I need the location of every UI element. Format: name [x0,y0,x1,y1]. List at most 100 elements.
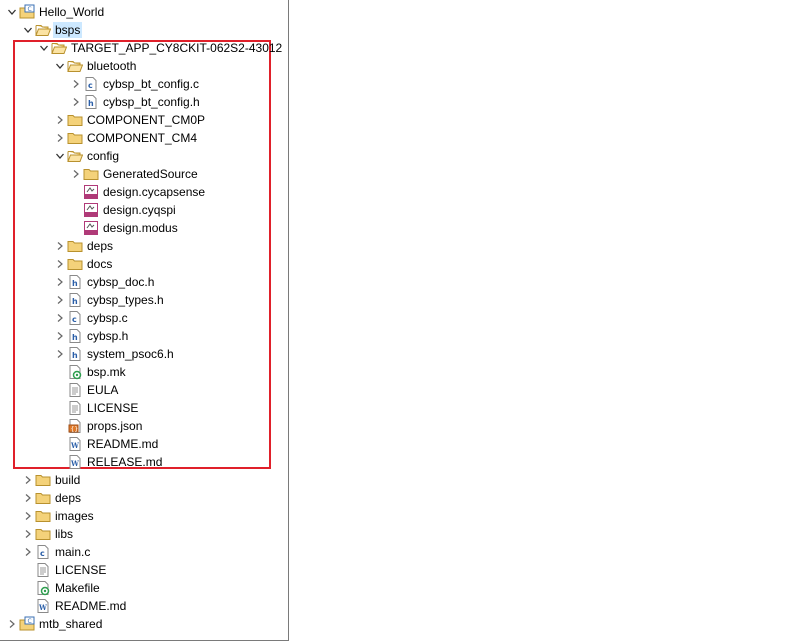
tree-item[interactable]: COMPONENT_CM4 [0,129,288,147]
tree-item[interactable]: c cybsp_bt_config.c [0,75,288,93]
tree-item[interactable]: deps [0,489,288,507]
tree-item-label: cybsp_doc.h [87,275,155,289]
tree-item[interactable]: h cybsp_types.h [0,291,288,309]
make-file-icon [67,364,83,380]
h-file-icon: h [67,346,83,362]
chevron-right-icon[interactable] [70,168,82,180]
h-file-icon: h [67,274,83,290]
chevron-right-icon[interactable] [54,312,66,324]
chevron-right-icon[interactable] [22,474,34,486]
chevron-down-icon[interactable] [38,42,50,54]
tree-item[interactable]: design.modus [0,219,288,237]
tree-item[interactable]: design.cycapsense [0,183,288,201]
tree-item-label: bluetooth [87,59,137,73]
tree-item[interactable]: {} props.json [0,417,288,435]
tree-item[interactable]: c cybsp.c [0,309,288,327]
tree-item[interactable]: h cybsp.h [0,327,288,345]
tree-item-label: design.cyqspi [103,203,176,217]
tree-item[interactable]: GeneratedSource [0,165,288,183]
chevron-right-icon[interactable] [22,546,34,558]
word-file-icon: W [35,598,51,614]
chevron-right-icon[interactable] [54,132,66,144]
svg-text:c: c [40,549,45,558]
text-file-icon [67,382,83,398]
chevron-down-icon[interactable] [54,60,66,72]
chevron-right-icon[interactable] [70,78,82,90]
tree-item-label: cybsp_bt_config.h [103,95,200,109]
folder-icon [35,490,51,506]
chevron-right-icon[interactable] [70,96,82,108]
chevron-right-icon[interactable] [54,348,66,360]
h-file-icon: h [83,94,99,110]
tree-item[interactable]: h cybsp_doc.h [0,273,288,291]
tree-item-label: README.md [55,599,127,613]
folder-icon [83,166,99,182]
folder-open-icon [51,40,68,56]
tree-item-label: LICENSE [55,563,107,577]
chevron-down-icon[interactable] [6,6,18,18]
chevron-right-icon[interactable] [6,618,18,630]
h-file-icon: h [67,292,83,308]
tree-item-label: bsp.mk [87,365,126,379]
make-file-icon [35,580,51,596]
svg-text:W: W [38,603,47,612]
chevron-right-icon[interactable] [54,258,66,270]
h-file-icon: h [67,328,83,344]
tree-item[interactable]: bsp.mk [0,363,288,381]
svg-text:{}: {} [71,426,79,433]
tree-item[interactable]: C Hello_World [0,3,288,21]
tree-item[interactable]: h system_psoc6.h [0,345,288,363]
tree-item[interactable]: W README.md [0,597,288,615]
chevron-right-icon[interactable] [22,528,34,540]
chevron-down-icon[interactable] [22,24,34,36]
folder-icon [35,508,51,524]
c-file-icon: c [83,76,99,92]
tree-item[interactable]: Makefile [0,579,288,597]
chevron-right-icon[interactable] [54,114,66,126]
chevron-right-icon[interactable] [54,240,66,252]
folder-icon [67,112,83,128]
design-file-icon [83,202,99,218]
c-file-icon: c [35,544,51,560]
chevron-right-icon[interactable] [54,276,66,288]
tree-item[interactable]: bsps [0,21,288,39]
tree-item[interactable]: COMPONENT_CM0P [0,111,288,129]
folder-open-icon [35,22,52,38]
tree-item[interactable]: h cybsp_bt_config.h [0,93,288,111]
tree-item-label: main.c [55,545,91,559]
chevron-down-icon[interactable] [54,150,66,162]
tree-item[interactable]: deps [0,237,288,255]
tree-item[interactable]: config [0,147,288,165]
text-file-icon [67,400,83,416]
tree-item[interactable]: LICENSE [0,561,288,579]
c-file-icon: c [67,310,83,326]
svg-text:h: h [88,99,94,108]
tree-item[interactable]: c main.c [0,543,288,561]
tree-item[interactable]: EULA [0,381,288,399]
chevron-right-icon[interactable] [22,492,34,504]
tree-item-label: COMPONENT_CM4 [87,131,198,145]
chevron-right-icon[interactable] [54,330,66,342]
tree-item-label: system_psoc6.h [87,347,174,361]
tree-item[interactable]: W README.md [0,435,288,453]
tree-item[interactable]: W RELEASE.md [0,453,288,471]
svg-text:c: c [72,315,77,324]
tree-item[interactable]: docs [0,255,288,273]
svg-text:W: W [70,441,79,450]
chevron-right-icon[interactable] [54,294,66,306]
tree-item[interactable]: LICENSE [0,399,288,417]
tree-item-label: deps [87,239,114,253]
tree-item[interactable]: Cmtb_shared [0,615,288,633]
chevron-right-icon[interactable] [22,510,34,522]
word-file-icon: W [67,436,83,452]
tree-item-label: cybsp_bt_config.c [103,77,200,91]
svg-text:C: C [28,618,32,625]
tree-item[interactable]: images [0,507,288,525]
tree-item[interactable]: design.cyqspi [0,201,288,219]
tree-item[interactable]: build [0,471,288,489]
svg-text:h: h [72,333,78,342]
tree-item[interactable]: bluetooth [0,57,288,75]
tree-item[interactable]: TARGET_APP_CY8CKIT-062S2-43012 [0,39,288,57]
json-file-icon: {} [67,418,83,434]
tree-item[interactable]: libs [0,525,288,543]
